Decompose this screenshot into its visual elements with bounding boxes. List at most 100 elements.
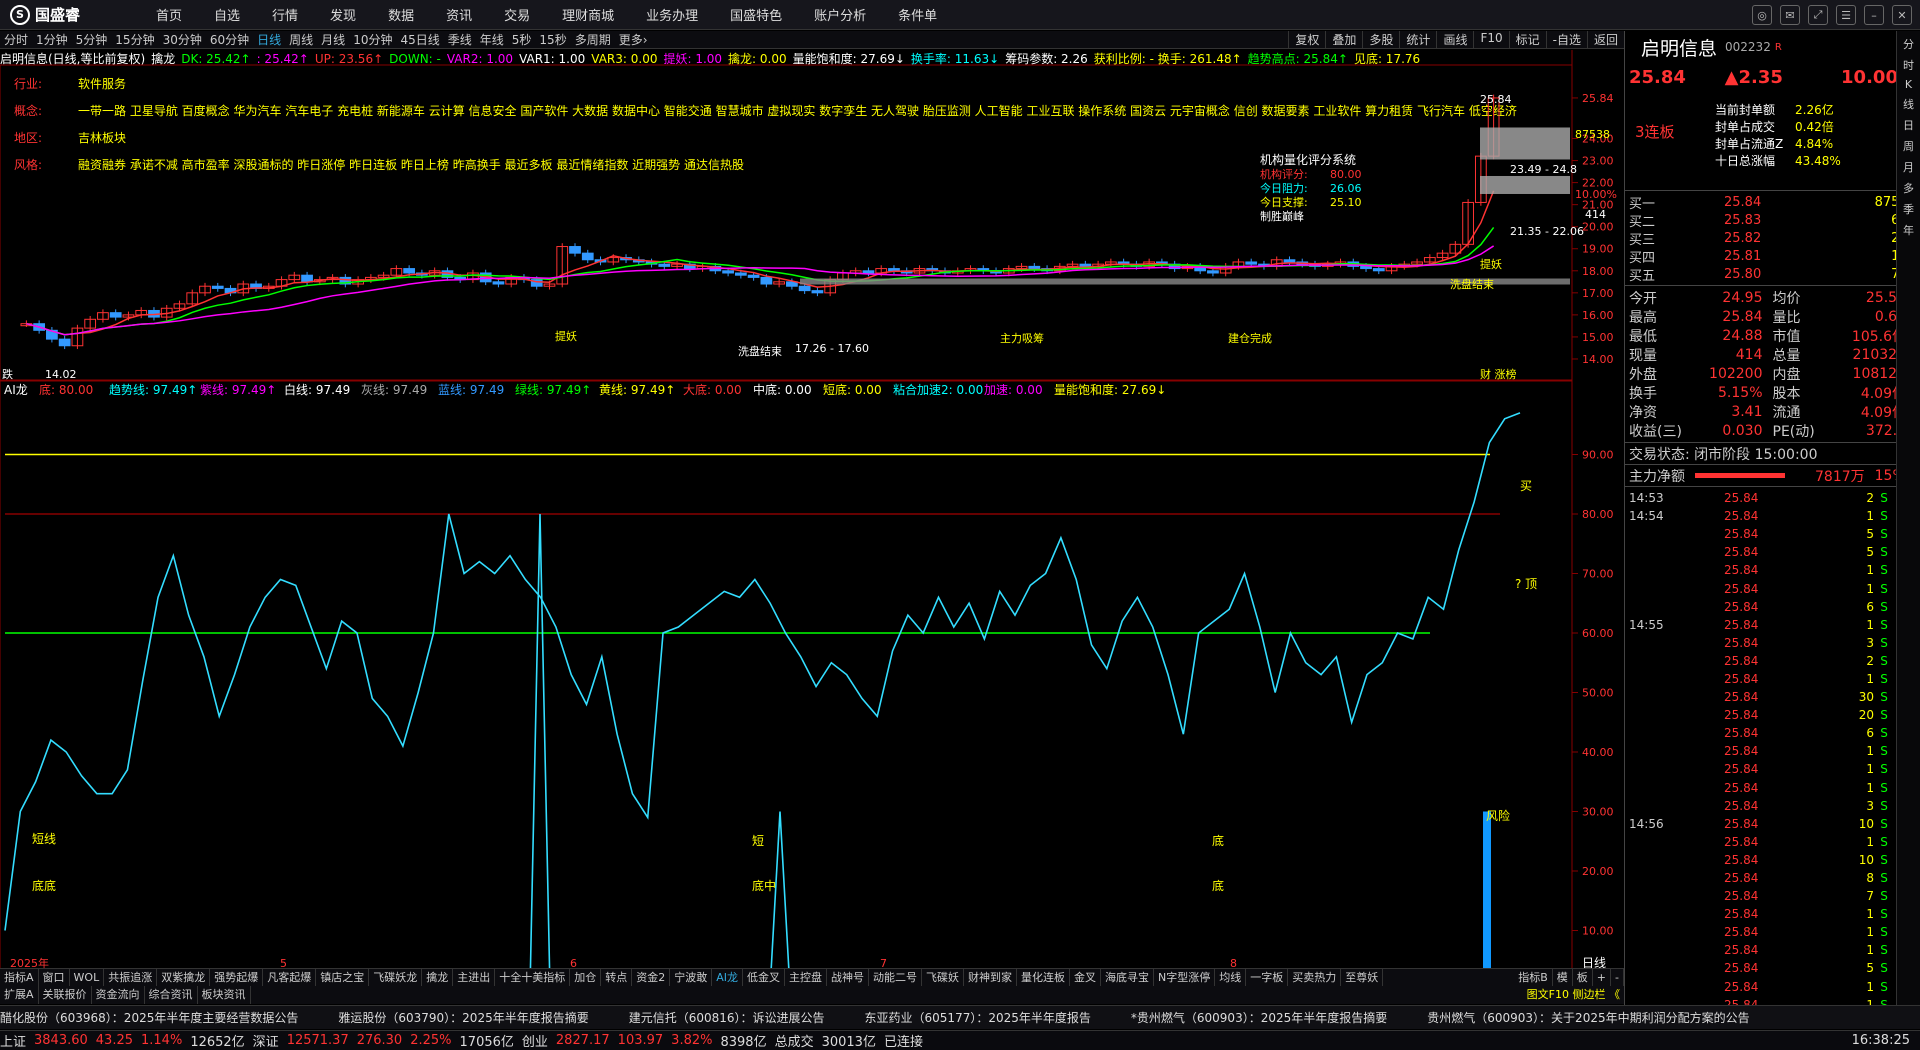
toolbar-button[interactable]: 复权 [1288, 31, 1325, 48]
side-strip-item[interactable]: 多 [1903, 180, 1914, 196]
indicator-tab[interactable]: 买卖热力 [1288, 969, 1342, 986]
indicator-tab[interactable]: AI龙 [712, 969, 743, 986]
side-strip-item[interactable]: 季 [1903, 201, 1914, 217]
side-strip-item[interactable]: 时 [1903, 57, 1914, 73]
indicator-tab[interactable]: 均线 [1215, 969, 1247, 986]
mail-icon[interactable]: ✉ [1780, 5, 1800, 25]
indicator-tab[interactable]: N字型涨停 [1154, 969, 1216, 986]
order-row[interactable]: 买三25.82287 [1629, 229, 1916, 248]
indicator-tab[interactable]: 凡客起爆 [263, 969, 317, 986]
expand-icon[interactable]: ⤢ [1808, 5, 1828, 25]
side-strip-item[interactable]: 年 [1903, 222, 1914, 238]
period-tab[interactable]: 月线 [317, 31, 349, 48]
period-tab[interactable]: 多周期 [571, 31, 615, 48]
indicator-tab[interactable]: 指标A [0, 969, 39, 986]
period-tab[interactable]: 季线 [444, 31, 476, 48]
skin-icon[interactable]: ☰ [1836, 5, 1856, 25]
indicator-tab[interactable]: 十全十美指标 [495, 969, 571, 986]
toolbar-button[interactable]: F10 [1473, 31, 1508, 48]
period-tab[interactable]: 周线 [285, 31, 317, 48]
indicator-tab[interactable]: 量化连板 [1017, 969, 1070, 986]
extension-tab[interactable]: 关联报价 [39, 986, 92, 1004]
toolbar-button[interactable]: 返回 [1586, 31, 1624, 48]
indicator-tab[interactable]: 窗口 [39, 969, 70, 986]
period-tab[interactable]: 分时 [0, 31, 32, 48]
indicator-tab[interactable]: 加仓 [570, 969, 602, 986]
period-tab[interactable]: 1分钟 [32, 31, 72, 48]
period-tab[interactable]: 30分钟 [159, 31, 206, 48]
extension-tab[interactable]: 综合资讯 [145, 986, 198, 1004]
indicator-tab[interactable]: - [1611, 969, 1624, 986]
nav-item[interactable]: 业务办理 [630, 5, 714, 24]
indicator-tab[interactable]: 低金叉 [743, 969, 785, 986]
indicator-tab[interactable]: 板 [1573, 969, 1593, 986]
close-icon[interactable]: ✕ [1892, 5, 1912, 25]
extension-tab[interactable]: 资金流向 [92, 986, 145, 1004]
toolbar-button[interactable]: 标记 [1508, 31, 1546, 48]
news-item[interactable]: *贵州燃气（600903）：2025年半年度报告摘要 [1131, 1009, 1387, 1026]
side-strip-item[interactable]: 月 [1903, 159, 1914, 175]
period-tab[interactable]: 日线 [253, 31, 285, 48]
indicator-tab[interactable]: 飞碟妖 [922, 969, 964, 986]
order-row[interactable]: 买四25.81167 [1629, 247, 1916, 266]
news-item[interactable]: 醋化股份（603968）：2025年半年度主要经营数据公告 [0, 1009, 298, 1026]
indicator-tab[interactable]: 镇店之宝 [316, 969, 370, 986]
indicator-tab[interactable]: 强势起爆 [210, 969, 264, 986]
nav-item[interactable]: 国盛特色 [714, 5, 798, 24]
side-strip-item[interactable]: 周 [1903, 138, 1914, 154]
nav-item[interactable]: 理财商城 [546, 5, 630, 24]
period-tab[interactable]: 5分钟 [72, 31, 112, 48]
extension-tab[interactable]: 板块资讯 [198, 986, 251, 1004]
extension-tab[interactable]: 扩展A [0, 986, 39, 1004]
nav-item[interactable]: 自选 [198, 5, 256, 24]
indicator-tab[interactable]: 双紫擒龙 [157, 969, 211, 986]
indicator-tab[interactable]: + [1593, 969, 1612, 986]
nav-item[interactable]: 数据 [372, 5, 430, 24]
toolbar-button[interactable]: 叠加 [1325, 31, 1362, 48]
toolbar-button[interactable]: 统计 [1399, 31, 1436, 48]
indicator-tab[interactable]: 至尊妖 [1341, 969, 1384, 986]
nav-item[interactable]: 条件单 [882, 5, 953, 24]
indicator-tab[interactable]: 动能二号 [869, 969, 922, 986]
main-chart[interactable]: 14.0015.0016.0017.0018.0019.0020.0021.00… [0, 50, 1624, 968]
indicator-tab[interactable]: 宁波敢 [670, 969, 713, 986]
news-item[interactable]: 贵州燃气（600903）：关于2025年中期利润分配方案的公告 [1427, 1009, 1749, 1026]
nav-item[interactable]: 行情 [256, 5, 314, 24]
side-strip-item[interactable]: 日 [1903, 117, 1914, 133]
side-strip-item[interactable]: 线 [1903, 96, 1914, 112]
chat-icon[interactable]: ◎ [1752, 5, 1772, 25]
indicator-tab[interactable]: 一字板 [1246, 969, 1289, 986]
period-tab[interactable]: 60分钟 [206, 31, 253, 48]
order-row[interactable]: 买二25.83608 [1629, 211, 1916, 230]
nav-item[interactable]: 账户分析 [798, 5, 882, 24]
order-row[interactable]: 买五25.80725 [1629, 265, 1916, 284]
period-tab[interactable]: 15分钟 [111, 31, 158, 48]
period-tab[interactable]: 10分钟 [349, 31, 396, 48]
news-item[interactable]: 东亚药业（605177）：2025年半年度报告 [865, 1009, 1091, 1026]
indicator-tab[interactable]: 共振追涨 [104, 969, 158, 986]
period-tab[interactable]: 15秒 [535, 31, 570, 48]
order-row[interactable]: 买一25.8487538 [1629, 193, 1916, 212]
news-item[interactable]: 雅运股份（603790）：2025年半年度报告摘要 [338, 1009, 588, 1026]
indicator-tab[interactable]: WOL [70, 969, 105, 986]
period-tab[interactable]: 45日线 [396, 31, 443, 48]
indicator-tab[interactable]: 主控盘 [785, 969, 827, 986]
nav-item[interactable]: 交易 [488, 5, 546, 24]
toolbar-button[interactable]: 画线 [1436, 31, 1473, 48]
toolbar-button[interactable]: 多股 [1362, 31, 1399, 48]
indicator-tab[interactable]: 金叉 [1070, 969, 1101, 986]
minimize-icon[interactable]: – [1864, 5, 1884, 25]
indicator-tab[interactable]: 指标B [1514, 969, 1553, 986]
nav-item[interactable]: 首页 [140, 5, 198, 24]
indicator-tab[interactable]: 擒龙 [422, 969, 454, 986]
indicator-tab[interactable]: 海底寻宝 [1101, 969, 1154, 986]
sidebar-toggle[interactable]: 图文F10 侧边栏 《 [1523, 986, 1624, 1004]
indicator-tab[interactable]: 转点 [601, 969, 633, 986]
period-tab[interactable]: 更多› [615, 31, 652, 48]
indicator-tab[interactable]: 飞碟妖龙 [369, 969, 423, 986]
indicator-tab[interactable]: 模 [1553, 969, 1573, 986]
indicator-tab[interactable]: 战神号 [827, 969, 869, 986]
indicator-tab[interactable]: 财神到家 [964, 969, 1017, 986]
side-strip-item[interactable]: K [1905, 78, 1912, 91]
period-tab[interactable]: 5秒 [508, 31, 536, 48]
